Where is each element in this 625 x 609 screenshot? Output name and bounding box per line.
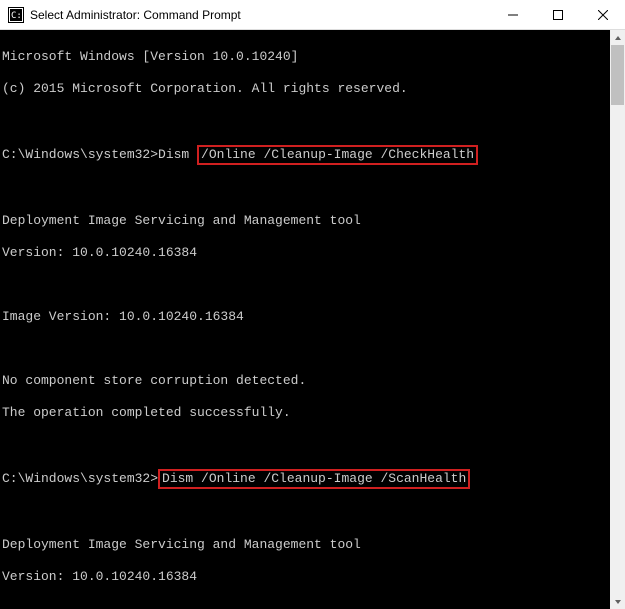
- prompt-text: C:\Windows\system32>: [2, 471, 158, 486]
- command-line: C:\Windows\system32>Dism /Online /Cleanu…: [2, 469, 610, 489]
- highlighted-args: /Online /Cleanup-Image /CheckHealth: [197, 145, 478, 165]
- output-line: Image Version: 10.0.10240.16384: [2, 309, 610, 325]
- titlebar[interactable]: C: Select Administrator: Command Prompt: [0, 0, 625, 30]
- scrollbar-track[interactable]: [610, 45, 625, 594]
- window-controls: [490, 0, 625, 29]
- cmd-text: Dism: [158, 147, 197, 162]
- minimize-button[interactable]: [490, 0, 535, 29]
- output-line: Deployment Image Servicing and Managemen…: [2, 213, 610, 229]
- prompt-text: C:\Windows\system32>: [2, 147, 158, 162]
- cmd-icon: C:: [8, 7, 24, 23]
- vertical-scrollbar[interactable]: [610, 30, 625, 609]
- blank-line: [2, 601, 610, 609]
- scroll-down-button[interactable]: [610, 594, 625, 609]
- blank-line: [2, 341, 610, 357]
- output-line: The operation completed successfully.: [2, 405, 610, 421]
- blank-line: [2, 505, 610, 521]
- output-line: Version: 10.0.10240.16384: [2, 569, 610, 585]
- scroll-up-button[interactable]: [610, 30, 625, 45]
- maximize-button[interactable]: [535, 0, 580, 29]
- blank-line: [2, 277, 610, 293]
- output-line: Microsoft Windows [Version 10.0.10240]: [2, 49, 610, 65]
- output-line: No component store corruption detected.: [2, 373, 610, 389]
- console-output[interactable]: Microsoft Windows [Version 10.0.10240] (…: [0, 30, 610, 609]
- output-line: Deployment Image Servicing and Managemen…: [2, 537, 610, 553]
- scrollbar-thumb[interactable]: [611, 45, 624, 105]
- close-button[interactable]: [580, 0, 625, 29]
- window-title: Select Administrator: Command Prompt: [30, 8, 490, 22]
- blank-line: [2, 437, 610, 453]
- console-area: Microsoft Windows [Version 10.0.10240] (…: [0, 30, 625, 609]
- svg-text:C:: C:: [11, 11, 22, 21]
- blank-line: [2, 181, 610, 197]
- highlighted-command: Dism /Online /Cleanup-Image /ScanHealth: [158, 469, 470, 489]
- blank-line: [2, 113, 610, 129]
- output-line: (c) 2015 Microsoft Corporation. All righ…: [2, 81, 610, 97]
- command-line: C:\Windows\system32>Dism /Online /Cleanu…: [2, 145, 610, 165]
- output-line: Version: 10.0.10240.16384: [2, 245, 610, 261]
